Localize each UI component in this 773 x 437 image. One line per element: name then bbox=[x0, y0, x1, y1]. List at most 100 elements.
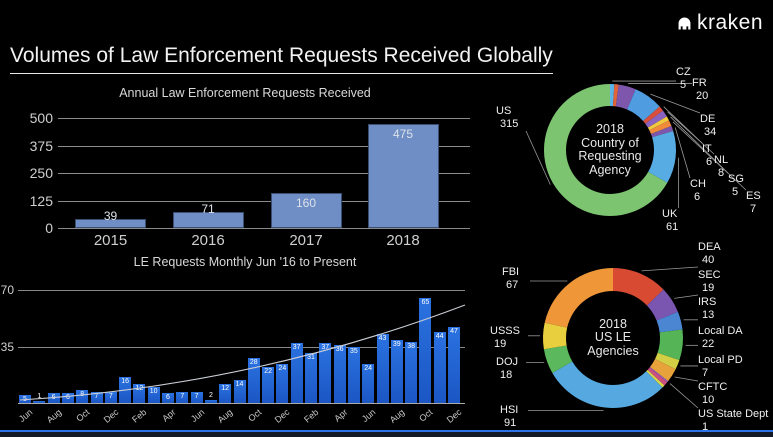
monthly-bar-value: 37 bbox=[290, 344, 304, 351]
monthly-x-label: Apr bbox=[324, 407, 349, 430]
donut-slice-label-group: IRS13 bbox=[698, 296, 732, 322]
donut-slice-label: Local PD bbox=[698, 354, 760, 367]
donut-slice-value: 19 bbox=[490, 338, 528, 351]
monthly-bar bbox=[448, 327, 460, 403]
video-seek-bar[interactable] bbox=[0, 430, 773, 437]
donut-slice-value: 6 bbox=[690, 191, 714, 204]
monthly-bar-value: 5 bbox=[18, 396, 32, 403]
monthly-bar bbox=[391, 340, 403, 403]
annual-bar-value: 71 bbox=[173, 202, 244, 216]
donut-slice bbox=[647, 290, 678, 321]
y-tick-label: 250 bbox=[13, 165, 53, 181]
donut-slice-value: 19 bbox=[698, 282, 732, 295]
y-tick-label: 125 bbox=[13, 193, 53, 209]
monthly-bar-value: 14 bbox=[233, 381, 247, 388]
monthly-bar-value: 7 bbox=[175, 393, 189, 400]
donut-center-line: 2018 bbox=[553, 318, 673, 332]
monthly-bar-value: 35 bbox=[347, 348, 361, 355]
donut-slice-value: 10 bbox=[698, 394, 740, 407]
donut-center-line: US LE bbox=[553, 331, 673, 345]
donut-slice-label-group: FBI67 bbox=[502, 266, 530, 292]
monthly-bar bbox=[348, 347, 360, 404]
monthly-bar-value: 47 bbox=[447, 328, 461, 335]
donut-slice-value: 20 bbox=[692, 90, 718, 103]
monthly-bar-value: 6 bbox=[61, 394, 75, 401]
kraken-logo: kraken bbox=[676, 11, 763, 35]
donut-center-line: Requesting bbox=[550, 150, 670, 164]
monthly-bar-value: 28 bbox=[247, 359, 261, 366]
brand-name: kraken bbox=[697, 11, 763, 35]
donut-slice-label-group: UK61 bbox=[662, 208, 688, 234]
monthly-x-label: Feb bbox=[296, 407, 321, 430]
monthly-bar-value: 37 bbox=[318, 344, 332, 351]
donut-slice-label: FBI bbox=[502, 266, 530, 279]
donut-slice-label-group: Local PD7 bbox=[698, 354, 760, 380]
annual-x-label: 2016 bbox=[173, 232, 244, 249]
donut-slice-label: NL bbox=[714, 154, 738, 167]
monthly-x-label: Oct bbox=[67, 407, 92, 430]
monthly-bar-value: 1 bbox=[32, 393, 46, 400]
donut-slice-label-group: Local DA22 bbox=[698, 325, 758, 351]
donut-slice-label-group: HSI91 bbox=[500, 404, 528, 430]
donut-center-line: Country of bbox=[550, 137, 670, 151]
annual-chart-title: Annual Law Enforcement Requests Received bbox=[30, 86, 460, 100]
donut-slice-value: 7 bbox=[698, 367, 760, 380]
monthly-bar-value: 44 bbox=[433, 333, 447, 340]
monthly-x-label: Aug bbox=[38, 407, 63, 430]
donut-slice-label: US bbox=[496, 105, 526, 118]
donut-slice bbox=[643, 107, 663, 124]
donut-slice-label: SG bbox=[728, 173, 752, 186]
donut-slice-label: CFTC bbox=[698, 381, 740, 394]
donut-slice-value: 13 bbox=[698, 309, 732, 322]
y-tick-label: 70 bbox=[0, 283, 14, 297]
monthly-bar bbox=[377, 334, 389, 403]
donut-slice-label-group: DEA40 bbox=[698, 241, 732, 267]
donut-slice-value: 67 bbox=[502, 279, 530, 292]
leader-line bbox=[675, 377, 698, 381]
monthly-bar bbox=[334, 345, 346, 403]
leader-line bbox=[642, 267, 698, 271]
donut-slice-label: DEA bbox=[698, 241, 732, 254]
monthly-x-label: Dec bbox=[267, 407, 292, 430]
y-tick-label: 35 bbox=[0, 340, 14, 354]
monthly-bar-value: 6 bbox=[47, 394, 61, 401]
monthly-bar-value: 2 bbox=[204, 392, 218, 399]
slide: kraken Volumes of Law Enforcement Reques… bbox=[0, 0, 773, 437]
gridline bbox=[18, 290, 465, 291]
donut-slice-label: HSI bbox=[500, 404, 528, 417]
monthly-bar-value: 7 bbox=[104, 393, 118, 400]
donut-slice bbox=[648, 368, 668, 386]
donut-slice-label-group: DOJ18 bbox=[496, 356, 526, 382]
monthly-bar bbox=[205, 400, 217, 403]
donut-slice-label-group: CFTC10 bbox=[698, 381, 740, 407]
monthly-bar bbox=[405, 342, 417, 403]
donut-slice bbox=[649, 367, 668, 382]
annual-x-label: 2015 bbox=[75, 232, 146, 249]
monthly-bar bbox=[434, 332, 446, 403]
donut-slice-label-group: CH6 bbox=[690, 178, 714, 204]
monthly-x-label: Oct bbox=[410, 407, 435, 430]
page-title: Volumes of Law Enforcement Requests Rece… bbox=[10, 44, 553, 74]
monthly-bar-value: 24 bbox=[275, 365, 289, 372]
monthly-bar-value: 24 bbox=[361, 365, 375, 372]
donut-center-text: 2018US LEAgencies bbox=[553, 318, 673, 359]
leader-line bbox=[670, 384, 698, 408]
monthly-bar-value: 8 bbox=[75, 391, 89, 398]
monthly-bar bbox=[33, 401, 45, 403]
donut-slice bbox=[627, 89, 660, 121]
annual-bar-value: 475 bbox=[368, 127, 439, 141]
monthly-x-label: Jun bbox=[181, 407, 206, 430]
donut-slice-label: US State Dept bbox=[698, 408, 772, 421]
donut-slice-value: 61 bbox=[662, 221, 688, 234]
monthly-bar-value: 22 bbox=[261, 368, 275, 375]
donut-slice-label-group: SEC19 bbox=[698, 269, 732, 295]
donut-slice-value: 22 bbox=[698, 338, 758, 351]
monthly-x-label: Aug bbox=[210, 407, 235, 430]
leader-line bbox=[675, 127, 690, 178]
annual-x-label: 2017 bbox=[271, 232, 342, 249]
donut-center-line: 2018 bbox=[550, 123, 670, 137]
donut-slice-label-group: DE34 bbox=[700, 113, 730, 139]
monthly-bar bbox=[319, 343, 331, 403]
monthly-bar-value: 12 bbox=[218, 385, 232, 392]
monthly-x-label: Jun bbox=[353, 407, 378, 430]
